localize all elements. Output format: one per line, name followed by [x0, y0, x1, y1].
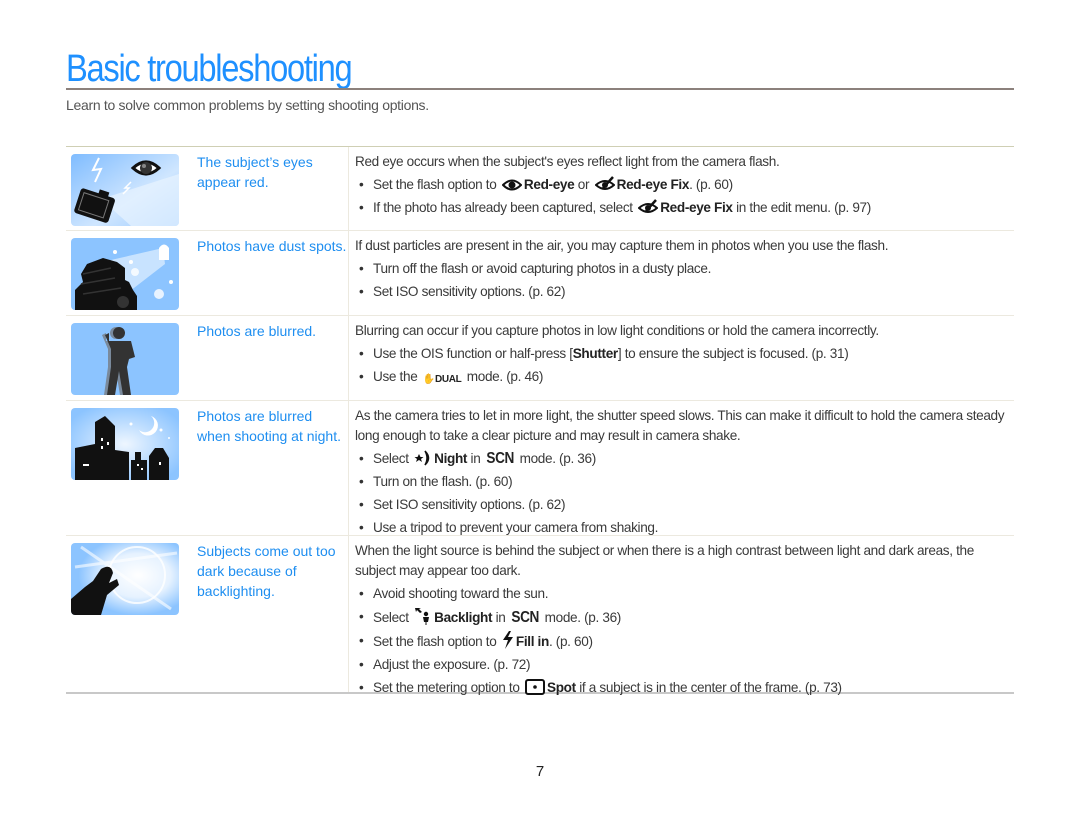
blurred-person-illustration [71, 323, 179, 395]
night-city-illustration [71, 408, 179, 480]
spot-metering-icon [525, 679, 546, 695]
table-row: Photos are blurred. Blurring can occur i… [66, 315, 1014, 400]
troubleshooting-table: The subject’s eyes appear red. Red eye o… [66, 146, 1014, 698]
description-text: Blurring can occur if you capture photos… [355, 323, 879, 338]
bullet-item: Select Night in SCN mode. (p. 36) [355, 449, 1014, 469]
red-eye-camera-illustration [71, 154, 179, 226]
issue-title: Photos are blurred. [197, 323, 317, 339]
issue-description: If dust particles are present in the air… [348, 231, 1014, 315]
red-eye-fix-icon [594, 176, 615, 190]
bullet-item: Set ISO sensitivity options. (p. 62) [355, 282, 1014, 302]
scn-mode-icon: SCN [511, 609, 539, 626]
fill-in-flash-icon [502, 631, 513, 649]
dust-spots-camera-illustration [71, 238, 179, 310]
bullet-item: Use the ✋DUAL mode. (p. 46) [355, 367, 1014, 390]
bullet-item: Adjust the exposure. (p. 72) [355, 655, 1014, 675]
description-text: As the camera tries to let in more light… [355, 408, 1005, 443]
description-text: When the light source is behind the subj… [355, 543, 974, 578]
issue-description: When the light source is behind the subj… [348, 536, 1014, 698]
table-row: The subject’s eyes appear red. Red eye o… [66, 147, 1014, 230]
page-title: Basic troubleshooting [66, 48, 353, 90]
issue-title: Subjects come out too dark because of ba… [197, 543, 336, 599]
table-row: Subjects come out too dark because of ba… [66, 535, 1014, 698]
issue-description: Red eye occurs when the subject's eyes r… [348, 147, 1014, 230]
bullet-item: Select Backlight in SCN mode. (p. 36) [355, 607, 1014, 628]
bullet-item: Avoid shooting toward the sun. [355, 584, 1014, 604]
description-text: Red eye occurs when the subject's eyes r… [355, 154, 780, 169]
page-subtitle: Learn to solve common problems by settin… [66, 97, 429, 113]
night-icon [414, 450, 430, 466]
backlight-icon [415, 608, 430, 625]
bullet-item: If the photo has already been captured, … [355, 198, 1014, 218]
issue-title: The subject’s eyes appear red. [197, 154, 313, 190]
bullet-item: Turn off the flash or avoid capturing ph… [355, 259, 1014, 279]
page-number: 7 [535, 763, 545, 780]
scn-mode-icon: SCN [486, 450, 514, 467]
bullet-item: Turn on the flash. (p. 60) [355, 472, 1014, 492]
backlight-person-illustration [71, 543, 179, 615]
red-eye-icon [501, 179, 522, 191]
issue-title: Photos have dust spots. [197, 238, 347, 254]
table-row: Photos are blurred when shooting at nigh… [66, 400, 1014, 538]
title-divider [66, 88, 1014, 90]
table-row: Photos have dust spots. If dust particle… [66, 230, 1014, 315]
dual-is-icon: ✋DUAL [422, 374, 462, 385]
bullet-item: Set ISO sensitivity options. (p. 62) [355, 495, 1014, 515]
bullet-item: Set the flash option to Red-eye or Red-e… [355, 175, 1014, 195]
bullet-item: Set the metering option to Spot if a sub… [355, 678, 1014, 698]
bullet-item: Use the OIS function or half-press [Shut… [355, 344, 1014, 364]
red-eye-fix-icon [638, 199, 659, 213]
issue-title: Photos are blurred when shooting at nigh… [197, 408, 341, 444]
description-text: If dust particles are present in the air… [355, 238, 889, 253]
issue-description: Blurring can occur if you capture photos… [348, 316, 1014, 400]
issue-description: As the camera tries to let in more light… [348, 401, 1014, 538]
bullet-item: Set the flash option to Fill in. (p. 60) [355, 631, 1014, 652]
